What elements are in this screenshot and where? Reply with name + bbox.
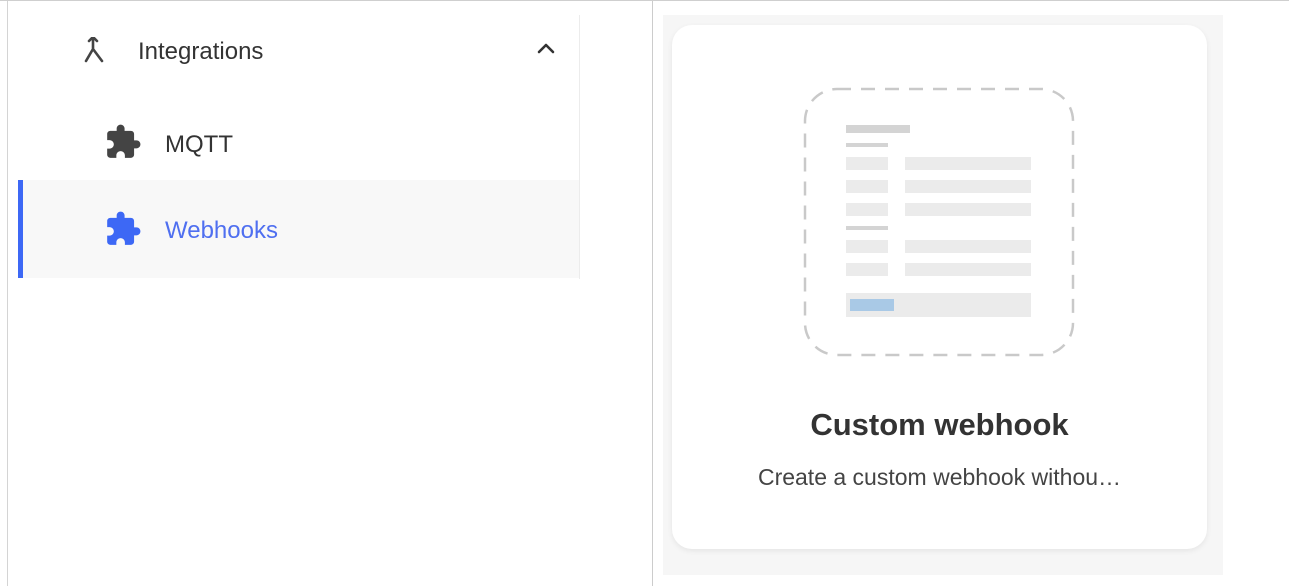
sidebar-item-label: MQTT bbox=[165, 131, 233, 158]
integrations-group-label: Integrations bbox=[138, 38, 264, 65]
left-border bbox=[7, 1, 8, 586]
active-indicator bbox=[18, 180, 23, 278]
chevron-up-icon[interactable] bbox=[534, 37, 558, 61]
puzzle-piece-icon bbox=[107, 124, 141, 158]
integrations-group-header[interactable]: Integrations bbox=[18, 15, 579, 87]
card-description: Create a custom webhook withou… bbox=[757, 464, 1122, 490]
sidebar-item-webhooks[interactable]: Webhooks bbox=[18, 180, 579, 278]
merge-arrow-icon bbox=[84, 37, 104, 63]
form-placeholder-illustration bbox=[803, 87, 1075, 357]
app-frame: Integrations MQTT Webhooks Custom webhoo… bbox=[0, 0, 1289, 586]
card-title: Custom webhook bbox=[810, 407, 1069, 442]
sidebar: Integrations MQTT Webhooks bbox=[18, 15, 580, 279]
sidebar-item-label: Webhooks bbox=[165, 217, 278, 244]
custom-webhook-card[interactable]: Custom webhook Create a custom webhook w… bbox=[672, 25, 1207, 549]
panel-divider bbox=[652, 1, 653, 586]
puzzle-piece-icon bbox=[107, 211, 141, 245]
